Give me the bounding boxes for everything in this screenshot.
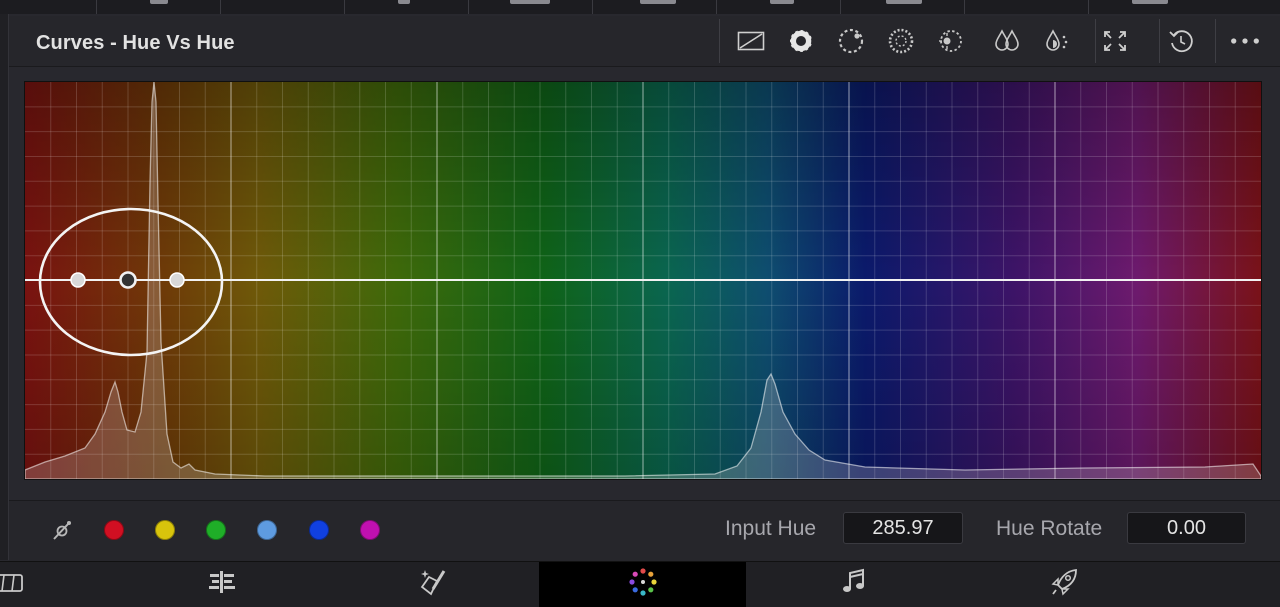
custom-curves-icon[interactable] [785,25,817,57]
curve-control-point[interactable] [169,272,185,288]
hue-vs-lum-icon[interactable] [935,25,967,57]
expand-icon[interactable] [1099,25,1131,57]
fairlight-page-icon [840,568,868,601]
blue-swatch[interactable] [309,520,329,540]
hue-rotate-label: Hue Rotate [996,517,1103,540]
edit-page-icon [207,569,237,600]
red-swatch[interactable] [104,520,124,540]
input-hue-field[interactable]: 285.97 [843,512,963,544]
input-hue-label: Input Hue [725,517,817,540]
panel-title: Curves - Hue Vs Hue [36,32,235,54]
edit-page-tab[interactable] [118,562,325,607]
cyan-swatch[interactable] [257,520,277,540]
hue-rotate-field[interactable]: 0.00 [1127,512,1246,544]
hue-vs-hue-graph[interactable] [24,81,1262,480]
media-page-tab[interactable] [0,562,125,607]
more-options-icon[interactable] [1229,25,1261,57]
color-page-tab[interactable] [539,562,746,607]
fusion-page-icon [417,567,447,602]
deliver-page-tab[interactable] [961,562,1168,607]
reset-icon[interactable] [1165,25,1197,57]
left-panel-edge [0,14,9,560]
upper-toolbar-strip [0,0,1280,14]
color-page-icon [627,566,659,603]
fairlight-page-tab[interactable] [750,562,957,607]
hue-vs-hue-icon[interactable] [835,25,867,57]
curves-header: Curves - Hue Vs Hue [9,16,1280,67]
yellow-swatch[interactable] [155,520,175,540]
media-page-icon [0,569,28,600]
fusion-page-tab[interactable] [328,562,535,607]
deliver-page-icon [1050,567,1080,602]
hue-picker-icon[interactable] [48,516,76,544]
curve-control-point[interactable] [70,272,86,288]
hue-vs-sat-icon[interactable] [885,25,917,57]
green-swatch[interactable] [206,520,226,540]
magenta-swatch[interactable] [360,520,380,540]
page-navigation-bar [0,561,1280,607]
curve-view-icon[interactable] [735,25,767,57]
lum-vs-sat-icon[interactable] [991,25,1023,57]
curve-control-point-selected[interactable] [119,271,137,289]
sat-vs-sat-icon[interactable] [1040,25,1072,57]
